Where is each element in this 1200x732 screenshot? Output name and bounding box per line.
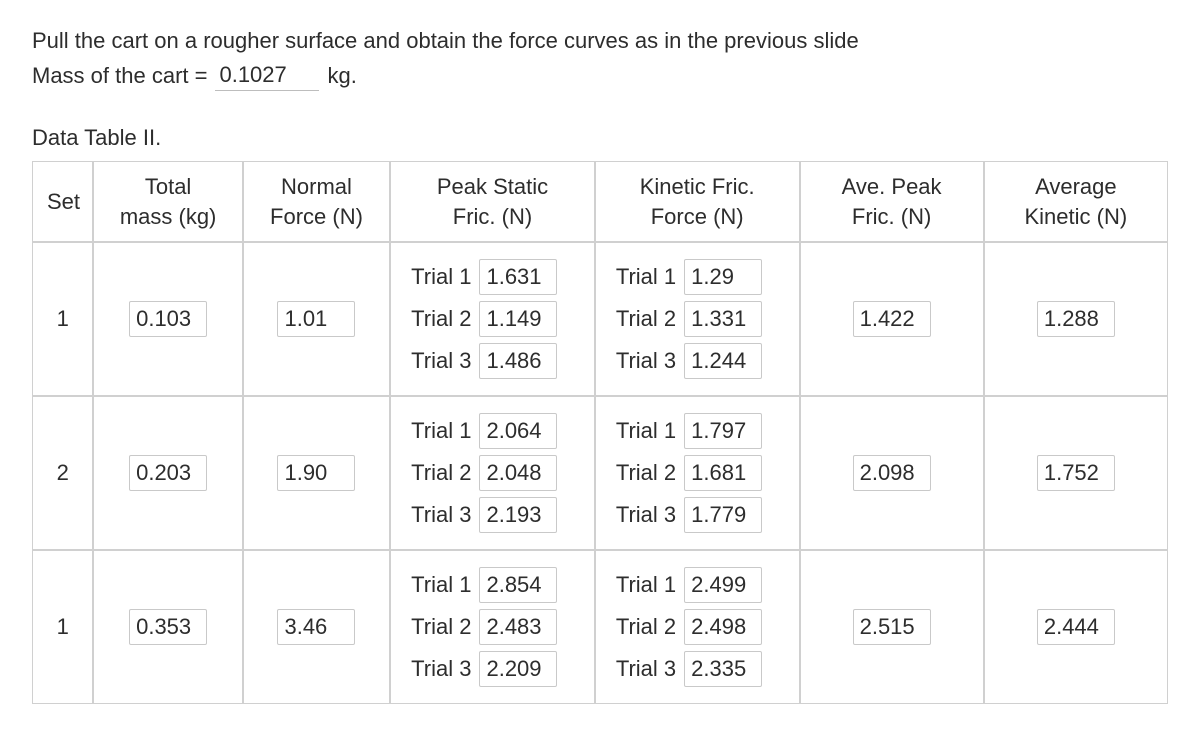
col-header-ave-peak-l1: Ave. Peak bbox=[842, 174, 942, 199]
peak-trial1-input[interactable]: 2.854 bbox=[479, 567, 557, 603]
normal-force-input[interactable]: 1.90 bbox=[277, 455, 355, 491]
col-header-normal-force: Normal Force (N) bbox=[243, 161, 390, 242]
table-header-row: Set Total mass (kg) Normal Force (N) Pea… bbox=[32, 161, 1168, 242]
table-row: 1 0.103 1.01 Trial 1 1.631 Trial 2 1.149 T… bbox=[32, 242, 1168, 396]
trial-label: Trial 1 bbox=[411, 418, 471, 444]
kinetic-fric-cell: Trial 1 1.29 Trial 2 1.331 Trial 3 1.244 bbox=[595, 242, 800, 396]
col-header-ave-kin-l2: Kinetic (N) bbox=[1025, 204, 1128, 229]
trial-label: Trial 2 bbox=[616, 460, 676, 486]
kinetic-trial1-input[interactable]: 1.29 bbox=[684, 259, 762, 295]
col-header-kinetic-fric: Kinetic Fric. Force (N) bbox=[595, 161, 800, 242]
peak-trial3-input[interactable]: 2.193 bbox=[479, 497, 557, 533]
set-number: 1 bbox=[32, 242, 93, 396]
kinetic-trial3-input[interactable]: 1.779 bbox=[684, 497, 762, 533]
peak-trial1-input[interactable]: 1.631 bbox=[479, 259, 557, 295]
table-row: 2 0.203 1.90 Trial 1 2.064 Trial 2 2.048 T… bbox=[32, 396, 1168, 550]
trial-label: Trial 3 bbox=[616, 656, 676, 682]
ave-kinetic-cell: 1.288 bbox=[984, 242, 1168, 396]
col-header-normal-l1: Normal bbox=[281, 174, 352, 199]
col-header-peak-l1: Peak Static bbox=[437, 174, 548, 199]
table-body: 1 0.103 1.01 Trial 1 1.631 Trial 2 1.149 T… bbox=[32, 242, 1168, 704]
instruction-text: Pull the cart on a rougher surface and o… bbox=[32, 28, 1168, 54]
trial-label: Trial 3 bbox=[616, 348, 676, 374]
mass-of-cart-line: Mass of the cart = 0.1027 kg. bbox=[32, 60, 1168, 91]
col-header-ave-kin-l1: Average bbox=[1035, 174, 1117, 199]
col-header-ave-kinetic: Average Kinetic (N) bbox=[984, 161, 1168, 242]
col-header-total-mass: Total mass (kg) bbox=[93, 161, 242, 242]
normal-force-input[interactable]: 1.01 bbox=[277, 301, 355, 337]
col-header-kinetic-l1: Kinetic Fric. bbox=[640, 174, 755, 199]
trial-label: Trial 3 bbox=[411, 502, 471, 528]
col-header-total-mass-l1: Total bbox=[145, 174, 191, 199]
ave-kinetic-input[interactable]: 2.444 bbox=[1037, 609, 1115, 645]
kinetic-trial3-input[interactable]: 2.335 bbox=[684, 651, 762, 687]
peak-trial2-input[interactable]: 2.048 bbox=[479, 455, 557, 491]
kinetic-trial1-input[interactable]: 2.499 bbox=[684, 567, 762, 603]
mass-prefix-label: Mass of the cart = bbox=[32, 63, 207, 89]
trial-label: Trial 2 bbox=[411, 306, 471, 332]
table-row: 1 0.353 3.46 Trial 1 2.854 Trial 2 2.483 T… bbox=[32, 550, 1168, 704]
peak-trial3-input[interactable]: 2.209 bbox=[479, 651, 557, 687]
kinetic-trial3-input[interactable]: 1.244 bbox=[684, 343, 762, 379]
trial-label: Trial 2 bbox=[411, 614, 471, 640]
kinetic-trial2-input[interactable]: 1.681 bbox=[684, 455, 762, 491]
ave-kinetic-input[interactable]: 1.288 bbox=[1037, 301, 1115, 337]
table-title: Data Table II. bbox=[32, 125, 1168, 151]
worksheet-page: Pull the cart on a rougher surface and o… bbox=[0, 0, 1200, 732]
normal-force-cell: 1.01 bbox=[243, 242, 390, 396]
total-mass-cell: 0.103 bbox=[93, 242, 242, 396]
col-header-set: Set bbox=[32, 161, 93, 242]
total-mass-input[interactable]: 0.103 bbox=[129, 301, 207, 337]
trial-label: Trial 3 bbox=[411, 348, 471, 374]
total-mass-input[interactable]: 0.203 bbox=[129, 455, 207, 491]
data-table-2: Set Total mass (kg) Normal Force (N) Pea… bbox=[32, 161, 1168, 704]
peak-trial1-input[interactable]: 2.064 bbox=[479, 413, 557, 449]
mass-of-cart-input[interactable]: 0.1027 bbox=[215, 60, 319, 91]
mass-unit-label: kg. bbox=[327, 63, 356, 89]
peak-static-cell: Trial 1 1.631 Trial 2 1.149 Trial 3 1.486 bbox=[390, 242, 595, 396]
col-header-ave-peak: Ave. Peak Fric. (N) bbox=[800, 161, 984, 242]
kinetic-trial1-input[interactable]: 1.797 bbox=[684, 413, 762, 449]
ave-peak-input[interactable]: 2.515 bbox=[853, 609, 931, 645]
col-header-peak-l2: Fric. (N) bbox=[453, 204, 532, 229]
col-header-total-mass-l2: mass (kg) bbox=[120, 204, 217, 229]
peak-trial3-input[interactable]: 1.486 bbox=[479, 343, 557, 379]
trial-label: Trial 1 bbox=[616, 264, 676, 290]
peak-trial2-input[interactable]: 1.149 bbox=[479, 301, 557, 337]
col-header-normal-l2: Force (N) bbox=[270, 204, 363, 229]
trial-label: Trial 1 bbox=[616, 418, 676, 444]
normal-force-input[interactable]: 3.46 bbox=[277, 609, 355, 645]
total-mass-input[interactable]: 0.353 bbox=[129, 609, 207, 645]
trial-label: Trial 3 bbox=[411, 656, 471, 682]
peak-trial2-input[interactable]: 2.483 bbox=[479, 609, 557, 645]
trial-label: Trial 2 bbox=[411, 460, 471, 486]
ave-peak-input[interactable]: 2.098 bbox=[853, 455, 931, 491]
ave-peak-cell: 1.422 bbox=[800, 242, 984, 396]
col-header-ave-peak-l2: Fric. (N) bbox=[852, 204, 931, 229]
trial-label: Trial 1 bbox=[411, 572, 471, 598]
trial-label: Trial 3 bbox=[616, 502, 676, 528]
set-number: 1 bbox=[32, 550, 93, 704]
trial-label: Trial 1 bbox=[616, 572, 676, 598]
col-header-kinetic-l2: Force (N) bbox=[651, 204, 744, 229]
set-number: 2 bbox=[32, 396, 93, 550]
trial-label: Trial 2 bbox=[616, 614, 676, 640]
kinetic-trial2-input[interactable]: 2.498 bbox=[684, 609, 762, 645]
col-header-peak-static: Peak Static Fric. (N) bbox=[390, 161, 595, 242]
kinetic-trial2-input[interactable]: 1.331 bbox=[684, 301, 762, 337]
ave-kinetic-input[interactable]: 1.752 bbox=[1037, 455, 1115, 491]
ave-peak-input[interactable]: 1.422 bbox=[853, 301, 931, 337]
trial-label: Trial 2 bbox=[616, 306, 676, 332]
trial-label: Trial 1 bbox=[411, 264, 471, 290]
